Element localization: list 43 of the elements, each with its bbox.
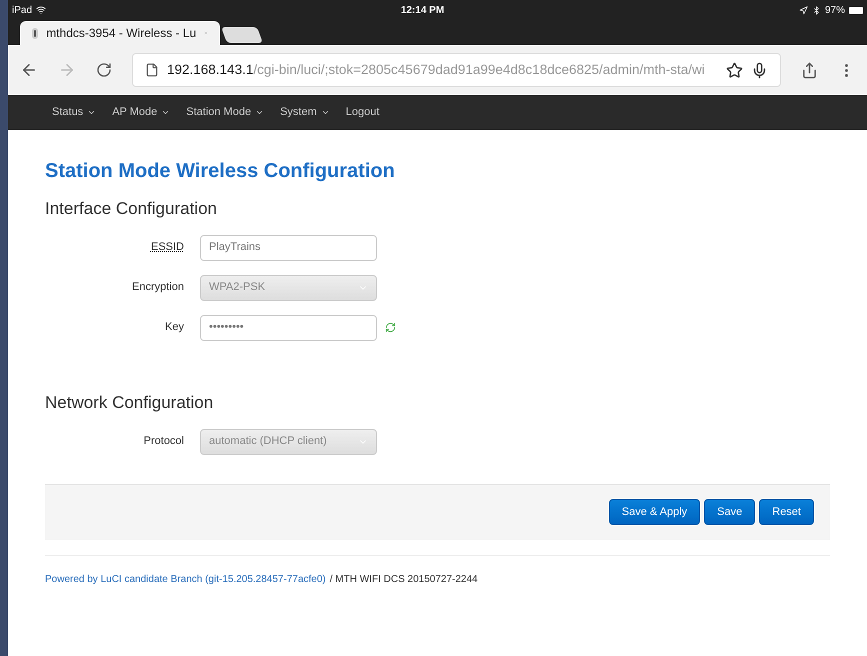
firmware-version: / MTH WIFI DCS 20150727-2244 bbox=[330, 572, 478, 586]
microphone-icon[interactable] bbox=[751, 62, 768, 78]
location-icon bbox=[798, 6, 808, 14]
luci-version-link[interactable]: Powered by LuCI candidate Branch (git-15.205.28457-77acfe0) bbox=[45, 572, 326, 586]
field-label: ESSID bbox=[150, 240, 185, 256]
battery-percent: 97% bbox=[824, 4, 845, 18]
url-text: 192.168.143.1/cgi-bin/luci/;stok=2805c45679dad91a99e4d8c18dce6825/admin/mth-sta/wi bbox=[167, 60, 705, 79]
browser-tab[interactable]: mthdcs-3954 - Wireless - Lu bbox=[20, 21, 220, 45]
bluetooth-icon bbox=[812, 6, 821, 14]
input-field[interactable]: ••••••••• bbox=[200, 314, 377, 340]
battery-icon bbox=[848, 6, 863, 14]
action-button[interactable]: Save bbox=[704, 499, 756, 525]
section-title: Interface Configuration bbox=[45, 198, 218, 220]
device-name: iPad bbox=[12, 4, 32, 18]
field-label: Key bbox=[164, 320, 185, 336]
dropdown-field[interactable]: automatic (DHCP client) bbox=[200, 428, 377, 454]
action-button[interactable]: Save & Apply bbox=[608, 499, 700, 525]
action-button[interactable]: Reset bbox=[759, 499, 814, 525]
reload-icon[interactable] bbox=[96, 62, 112, 78]
section-title: Network Configuration bbox=[45, 392, 214, 414]
address-bar[interactable]: 192.168.143.1/cgi-bin/luci/;stok=2805c45679dad91a99e4d8c18dce6825/admin/mth-sta/wi bbox=[132, 53, 781, 87]
share-icon[interactable] bbox=[801, 62, 818, 78]
nav-menu-item[interactable]: System bbox=[280, 104, 330, 121]
page-title: Station Mode Wireless Configuration bbox=[45, 159, 396, 184]
nav-menu-item[interactable]: Status bbox=[52, 104, 96, 121]
nav-menu-item[interactable]: Logout bbox=[346, 104, 380, 121]
caret-icon bbox=[255, 108, 264, 117]
input-field[interactable]: PlayTrains bbox=[200, 234, 377, 260]
caret-icon bbox=[161, 108, 170, 117]
caret-icon bbox=[320, 108, 330, 117]
field-label: Protocol bbox=[142, 434, 185, 450]
back-icon[interactable] bbox=[20, 61, 38, 79]
nav-menu-item[interactable]: Station Mode bbox=[186, 104, 264, 121]
tab-title: mthdcs-3954 - Wireless - Lu bbox=[46, 25, 196, 42]
field-label: Encryption bbox=[131, 280, 185, 296]
caret-icon bbox=[87, 108, 96, 117]
bookmark-star-icon[interactable] bbox=[726, 62, 743, 78]
page-icon bbox=[145, 63, 159, 77]
dropdown-field[interactable]: WPA2-PSK bbox=[200, 274, 377, 300]
new-tab-button[interactable] bbox=[221, 27, 263, 43]
clock-time: 12:14 PM bbox=[400, 4, 444, 18]
nav-menu-item[interactable]: AP Mode bbox=[112, 104, 170, 121]
wifi-icon bbox=[36, 5, 46, 15]
